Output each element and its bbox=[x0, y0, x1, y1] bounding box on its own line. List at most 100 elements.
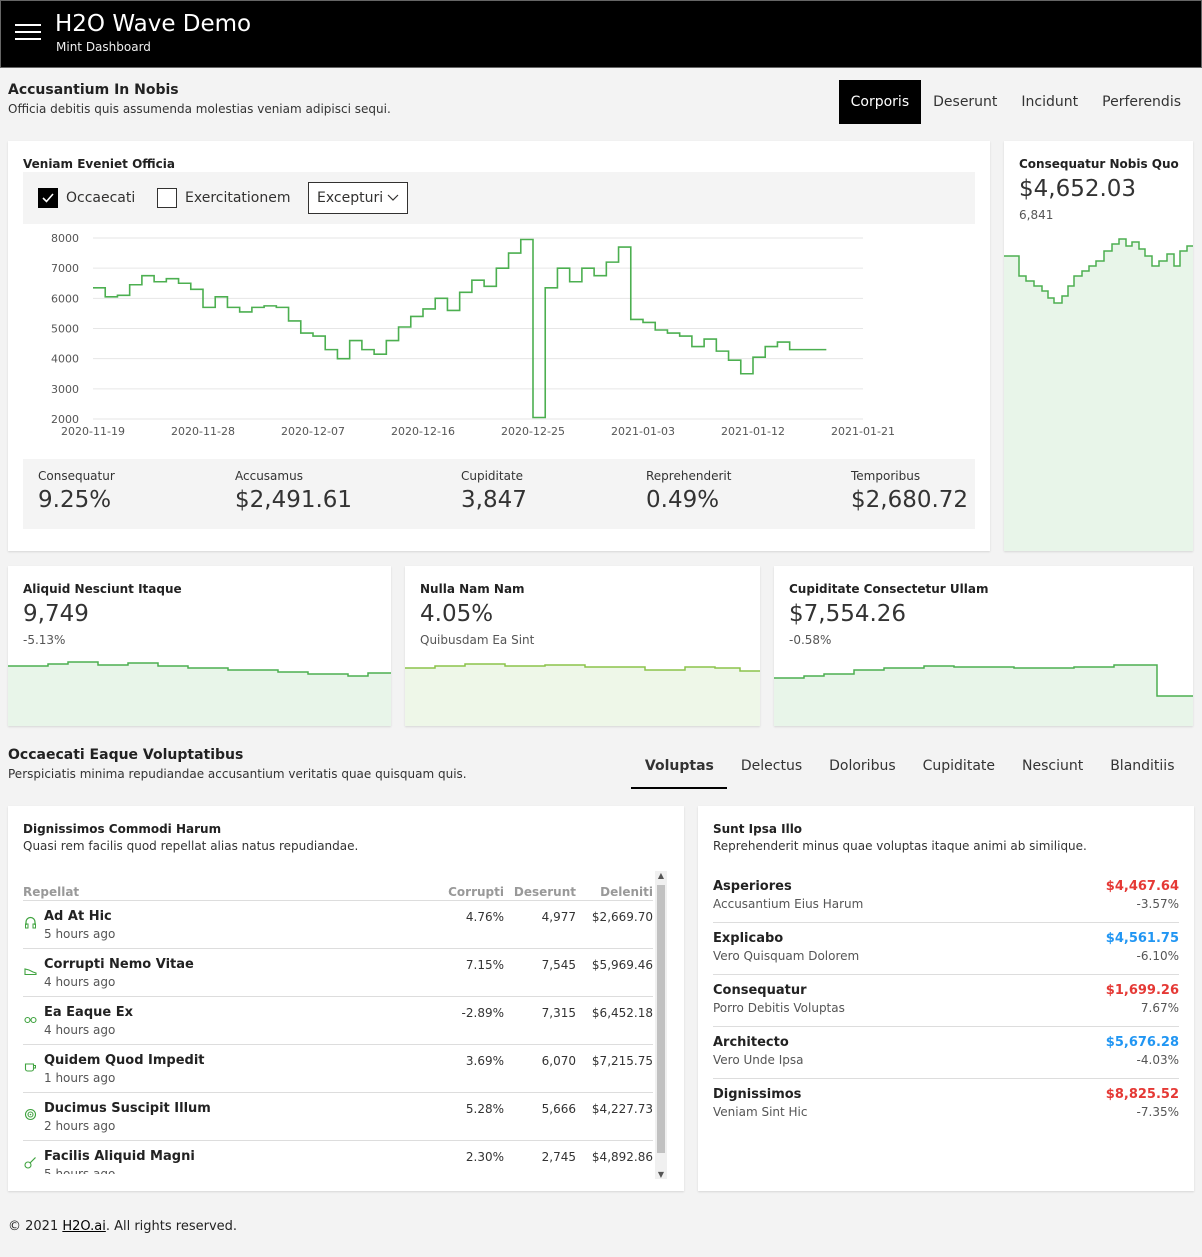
stat-value: 9.25% bbox=[38, 487, 112, 513]
metric-card-cupiditate: Cupiditate Consectetur Ullam $7,554.26 -… bbox=[774, 566, 1193, 726]
x-tick-label: 2021-01-03 bbox=[611, 425, 675, 438]
cell-deleniti: $6,452.18 bbox=[591, 1006, 653, 1020]
stat-value: $2,491.61 bbox=[235, 487, 353, 513]
table-scrollbar[interactable]: ▲ ▼ bbox=[655, 871, 667, 1179]
stat-label: Cupiditate bbox=[461, 469, 524, 483]
stat-cupiditate: Cupiditate 3,847 bbox=[461, 469, 527, 513]
table-card: Dignissimos Commodi Harum Quasi rem faci… bbox=[8, 806, 684, 1191]
footer: © 2021 H2O.ai. All rights reserved. bbox=[8, 1219, 237, 1234]
x-tick-label: 2021-01-12 bbox=[721, 425, 785, 438]
metric-aux: Quibusdam Ea Sint bbox=[420, 633, 535, 647]
tab-cupiditate[interactable]: Cupiditate bbox=[909, 752, 1008, 789]
section-subtitle: Officia debitis quis assumenda molestias… bbox=[8, 102, 391, 116]
side-metric-card: Consequatur Nobis Quo $4,652.03 6,841 bbox=[1004, 141, 1193, 551]
tab-nesciunt[interactable]: Nesciunt bbox=[1009, 752, 1097, 789]
tab-deserunt[interactable]: Deserunt bbox=[921, 80, 1009, 124]
list-item[interactable]: Dignissimos Veniam Sint Hic $8,825.52 -7… bbox=[713, 1079, 1179, 1131]
stat-value: 3,847 bbox=[461, 487, 527, 513]
stat-value: $2,680.72 bbox=[851, 487, 969, 513]
checkmark-icon bbox=[38, 188, 58, 208]
x-tick-label: 2020-11-19 bbox=[61, 425, 125, 438]
cell-deleniti: $5,969.46 bbox=[591, 958, 653, 972]
cell-deserunt: 2,745 bbox=[541, 1150, 576, 1164]
scrollbar-thumb[interactable] bbox=[657, 885, 665, 1153]
x-tick-label: 2020-11-28 bbox=[171, 425, 235, 438]
footer-prefix: © 2021 bbox=[8, 1219, 63, 1234]
table-row[interactable]: Ducimus Suscipit Illum 2 hours ago 5.28%… bbox=[23, 1092, 653, 1140]
card-subtitle: Quasi rem facilis quod repellat alias na… bbox=[23, 839, 359, 853]
stat-label: Accusamus bbox=[235, 469, 303, 483]
cell-deleniti: $2,669.70 bbox=[591, 910, 653, 924]
row-name: Quidem Quod Impedit bbox=[44, 1053, 205, 1068]
main-chart-card: Veniam Eveniet Officia Occaecati Exercit… bbox=[8, 141, 990, 551]
checkbox-occaecati[interactable]: Occaecati bbox=[38, 188, 135, 208]
scroll-down-arrow-icon[interactable]: ▼ bbox=[655, 1170, 667, 1179]
metric-card-nulla: Nulla Nam Nam 4.05% Quibusdam Ea Sint bbox=[405, 566, 760, 726]
column-header-deserunt[interactable]: Deserunt bbox=[514, 885, 576, 899]
checkbox-label: Occaecati bbox=[66, 190, 136, 206]
stat-reprehenderit: Reprehenderit 0.49% bbox=[646, 469, 731, 513]
row-time: 1 hours ago bbox=[44, 1071, 116, 1085]
list-card: Sunt Ipsa Illo Reprehenderit minus quae … bbox=[698, 806, 1194, 1191]
stat-value: 0.49% bbox=[646, 487, 720, 513]
stat-label: Reprehenderit bbox=[646, 469, 732, 483]
footer-link[interactable]: H2O.ai bbox=[62, 1219, 105, 1234]
cell-corrupti: 5.28% bbox=[465, 1102, 504, 1116]
list-item[interactable]: Explicabo Vero Quisquam Dolorem $4,561.7… bbox=[713, 923, 1179, 975]
section-title: Occaecati Eaque Voluptatibus bbox=[8, 747, 244, 763]
tab-delectus[interactable]: Delectus bbox=[727, 752, 815, 789]
table-row[interactable]: Ad At Hic 5 hours ago 4.76% 4,977 $2,669… bbox=[23, 900, 653, 948]
cell-corrupti: 3.69% bbox=[465, 1054, 504, 1068]
card-title: Nulla Nam Nam bbox=[420, 582, 525, 596]
y-tick-label: 3000 bbox=[51, 383, 79, 396]
item-title: Asperiores bbox=[713, 879, 792, 894]
column-header-deleniti[interactable]: Deleniti bbox=[600, 885, 653, 899]
x-tick-label: 2020-12-07 bbox=[281, 425, 345, 438]
table-row[interactable]: Corrupti Nemo Vitae 4 hours ago 7.15% 7,… bbox=[23, 948, 653, 996]
tab-doloribus[interactable]: Doloribus bbox=[816, 752, 910, 789]
metric-value: $7,554.26 bbox=[789, 601, 907, 627]
tab-blanditiis[interactable]: Blanditiis bbox=[1097, 752, 1188, 789]
checkbox-exercitationem[interactable]: Exercitationem bbox=[157, 188, 291, 208]
metric-value: 4.05% bbox=[420, 601, 494, 627]
item-value: $4,561.75 bbox=[1105, 931, 1179, 946]
row-time: 4 hours ago bbox=[44, 1023, 116, 1037]
metric-aux: 6,841 bbox=[1019, 208, 1054, 222]
list-item[interactable]: Architecto Vero Unde Ipsa $5,676.28 -4.0… bbox=[713, 1027, 1179, 1079]
list-item[interactable]: Consequatur Porro Debitis Voluptas $1,69… bbox=[713, 975, 1179, 1027]
table-row[interactable]: Ea Eaque Ex 4 hours ago -2.89% 7,315 $6,… bbox=[23, 996, 653, 1044]
hamburger-menu-icon[interactable] bbox=[15, 24, 41, 46]
tab-incidunt[interactable]: Incidunt bbox=[1009, 80, 1090, 124]
item-delta: -7.35% bbox=[1136, 1105, 1179, 1119]
table-clip bbox=[8, 1174, 684, 1191]
stat-temporibus: Temporibus $2,680.72 bbox=[851, 469, 968, 513]
item-value: $8,825.52 bbox=[1105, 1087, 1179, 1102]
y-tick-label: 6000 bbox=[51, 292, 79, 305]
row-name: Ad At Hic bbox=[44, 909, 112, 924]
target-icon bbox=[24, 1108, 37, 1121]
sparkline-area bbox=[8, 661, 391, 726]
list-item[interactable]: Asperiores Accusantium Eius Harum $4,467… bbox=[713, 871, 1179, 923]
tab-perferendis[interactable]: Perferendis bbox=[1090, 80, 1193, 124]
scroll-up-arrow-icon[interactable]: ▲ bbox=[655, 871, 667, 880]
x-tick-label: 2020-12-16 bbox=[391, 425, 455, 438]
cell-corrupti: -2.89% bbox=[461, 1006, 504, 1020]
tab-voluptas[interactable]: Voluptas bbox=[631, 752, 728, 789]
tab-corporis[interactable]: Corporis bbox=[838, 80, 922, 124]
sparkline-area bbox=[1004, 238, 1193, 551]
checkbox-label: Exercitationem bbox=[185, 190, 291, 206]
column-header-corrupti[interactable]: Corrupti bbox=[448, 885, 504, 899]
item-value: $5,676.28 bbox=[1105, 1035, 1179, 1050]
column-header-repellat[interactable]: Repellat bbox=[23, 885, 79, 899]
dropdown-select[interactable]: Excepturi bbox=[308, 182, 408, 214]
card-subtitle: Reprehenderit minus quae voluptas itaque… bbox=[713, 839, 1087, 853]
item-title: Explicabo bbox=[713, 931, 784, 946]
metric-value: 9,749 bbox=[23, 601, 89, 627]
table-row[interactable]: Quidem Quod Impedit 1 hours ago 3.69% 6,… bbox=[23, 1044, 653, 1092]
cell-deleniti: $7,215.75 bbox=[591, 1054, 653, 1068]
card-title: Aliquid Nesciunt Itaque bbox=[23, 582, 182, 596]
row-name: Ducimus Suscipit Illum bbox=[44, 1101, 211, 1116]
chevron-down-icon bbox=[387, 183, 399, 224]
headphones-icon bbox=[24, 916, 37, 929]
section-tabs: Corporis Deserunt Incidunt Perferendis bbox=[838, 80, 1193, 124]
